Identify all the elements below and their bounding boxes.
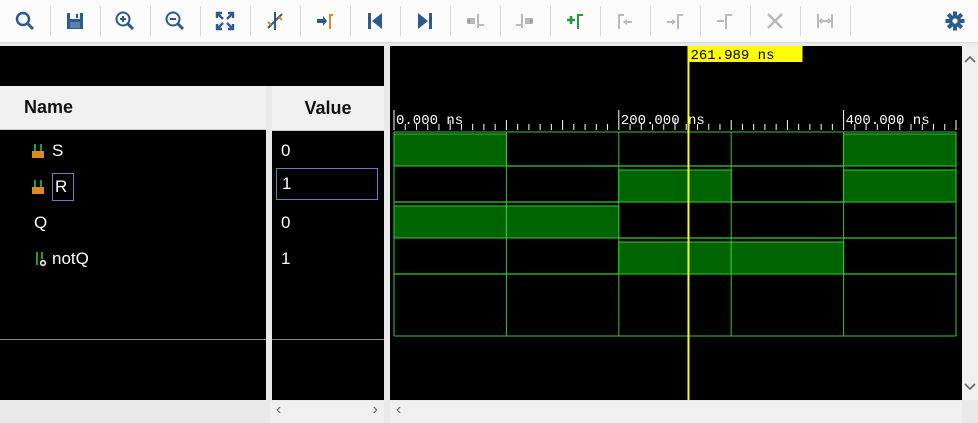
waveform-high-segment — [393, 133, 507, 167]
waveform-high-segment — [505, 205, 620, 239]
list-divider — [0, 339, 266, 340]
add-marker-button[interactable] — [558, 4, 592, 38]
signal-row[interactable]: R — [32, 169, 75, 205]
waveform-high-segment — [393, 205, 507, 239]
remove-marker-button[interactable] — [758, 4, 792, 38]
wave-horizontal-scrollbar[interactable]: ‹ — [390, 401, 962, 423]
go-to-zero-icon — [317, 14, 333, 29]
search-button[interactable] — [8, 4, 42, 38]
save-icon — [67, 13, 83, 29]
list-divider — [272, 339, 384, 340]
zoom-out-icon — [165, 11, 185, 31]
scroll-right-icon[interactable]: › — [373, 401, 378, 419]
waveform-high-segment — [618, 169, 732, 203]
signal-name: R — [52, 173, 75, 201]
swap-cursors-button[interactable] — [708, 4, 742, 38]
add-marker-icon — [567, 14, 583, 29]
input-port-icon — [32, 180, 44, 194]
zoom-in-button[interactable] — [108, 4, 142, 38]
waveform-high-segment — [730, 241, 845, 275]
go-to-beginning-button[interactable] — [358, 4, 392, 38]
waveform-canvas[interactable]: 0.000 ns 200.000 ns 400.000 ns 261.989 ns — [390, 46, 962, 400]
name-column-header[interactable]: Name — [0, 86, 266, 130]
zoom-fit-icon — [215, 11, 235, 31]
go-to-end-button[interactable] — [408, 4, 442, 38]
output-port-icon — [36, 252, 47, 267]
signal-row[interactable]: Q — [34, 205, 47, 241]
value-cell: 0 — [281, 141, 291, 160]
waveform-high-segment — [618, 241, 732, 275]
snap-icon — [817, 14, 833, 28]
scroll-down-icon[interactable] — [962, 380, 978, 394]
cursor-time-label: 261.989 ns — [690, 48, 774, 64]
zoom-fit-button[interactable] — [208, 4, 242, 38]
value-cell-selected[interactable]: 1 — [276, 168, 378, 200]
ruler-tick-label: 200.000 ns — [621, 113, 705, 129]
previous-transition-button[interactable] — [458, 4, 492, 38]
scroll-left-icon[interactable]: ‹ — [396, 401, 401, 419]
previous-transition-icon — [467, 14, 484, 28]
scroll-left-icon[interactable]: ‹ — [276, 401, 281, 419]
next-transition-icon — [516, 14, 533, 28]
waveform-toolbar — [0, 0, 978, 43]
save-button[interactable] — [58, 4, 92, 38]
value-cell: 1 — [281, 249, 291, 268]
scroll-up-icon[interactable] — [962, 52, 978, 66]
previous-marker-icon — [618, 14, 632, 29]
close-icon — [767, 13, 783, 29]
previous-marker-button[interactable] — [608, 4, 642, 38]
go-to-time-zero-button[interactable] — [308, 4, 342, 38]
go-to-end-icon — [418, 13, 432, 29]
column-splitter[interactable] — [266, 86, 272, 400]
zoom-in-icon — [115, 11, 135, 31]
go-to-beginning-icon — [368, 13, 382, 29]
signal-row[interactable]: notQ — [34, 241, 89, 277]
signal-name: notQ — [52, 249, 89, 268]
waveform-high-segment — [843, 169, 957, 203]
waveform-viewer[interactable]: 0.000 ns 200.000 ns 400.000 ns 261.989 ns — [390, 46, 962, 400]
zoom-out-button[interactable] — [158, 4, 192, 38]
waveform-high-segment — [843, 133, 957, 167]
ruler-tick-label: 400.000 ns — [846, 113, 930, 129]
next-transition-button[interactable] — [508, 4, 542, 38]
ruler-tick-label: 0.000 ns — [396, 113, 463, 129]
zoom-cursor-icon — [267, 12, 283, 30]
value-column-header[interactable]: Value — [272, 86, 384, 131]
zoom-to-cursor-button[interactable] — [258, 4, 292, 38]
snap-button[interactable] — [808, 4, 842, 38]
signal-list-panel: Name Value S R Q notQ 0 1 0 1 — [0, 46, 384, 400]
signal-name: Q — [34, 213, 48, 232]
signal-name: S — [52, 141, 64, 160]
search-icon — [15, 11, 35, 31]
settings-button[interactable] — [938, 4, 972, 38]
input-port-icon — [32, 144, 44, 158]
signal-row[interactable]: S — [32, 133, 63, 169]
swap-cursors-icon — [717, 14, 732, 29]
value-horizontal-scrollbar[interactable]: ‹ › — [270, 401, 384, 423]
next-marker-icon — [667, 14, 683, 29]
next-marker-button[interactable] — [658, 4, 692, 38]
vertical-scrollbar[interactable] — [962, 46, 978, 400]
value-cell: 0 — [281, 213, 291, 232]
gear-icon — [945, 11, 965, 31]
